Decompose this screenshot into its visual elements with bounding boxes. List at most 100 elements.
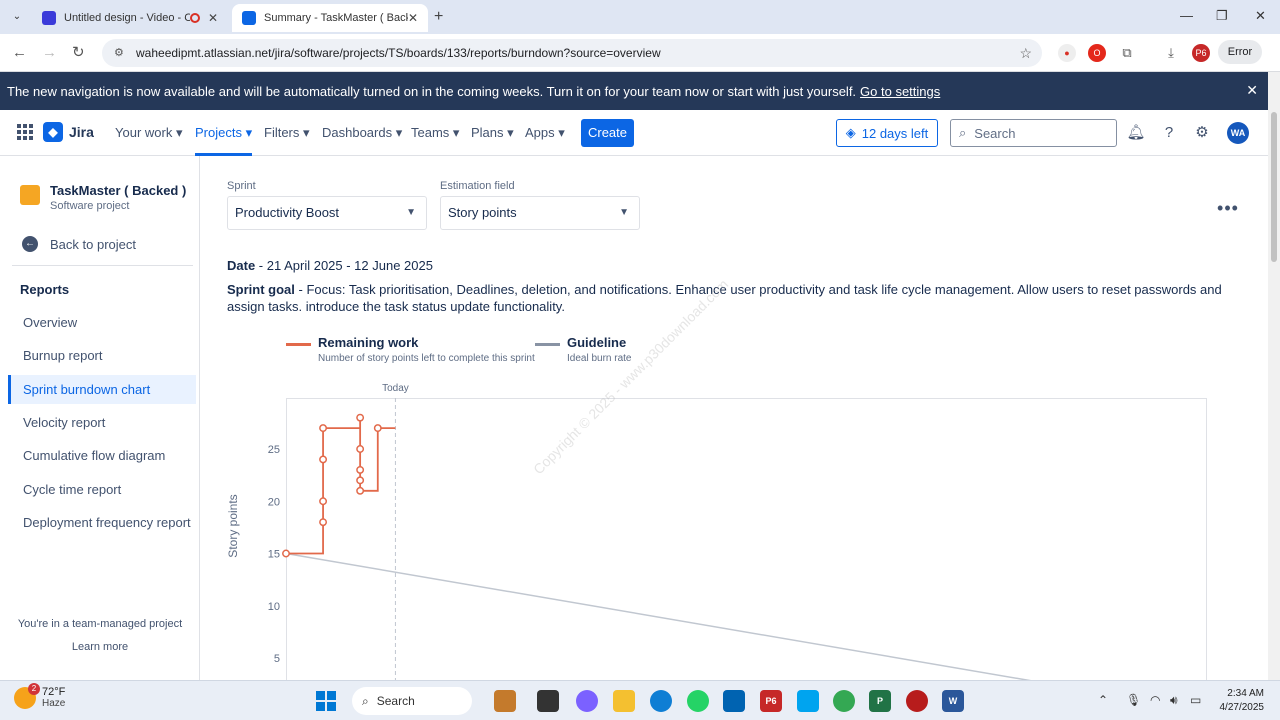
close-banner-icon[interactable]: ✕	[1246, 82, 1258, 99]
nav-apps[interactable]: Apps ▾	[525, 125, 565, 141]
guideline-swatch	[535, 343, 560, 346]
back-arrow-icon[interactable]: ←	[12, 44, 27, 62]
system-clock[interactable]: 2:34 AM 4/27/2025	[1206, 687, 1265, 715]
weather-badge: 2	[28, 682, 40, 695]
sidebar-item-deployment-frequency[interactable]: Deployment frequency report	[8, 508, 196, 537]
create-button[interactable]: Create	[581, 119, 634, 147]
nav-filters[interactable]: Filters ▾	[264, 125, 310, 141]
remaining-work-point	[356, 465, 365, 474]
plot-frame	[286, 398, 1207, 680]
clock-time: 2:34 AM	[1227, 688, 1264, 699]
sidebar-item-cycle-time[interactable]: Cycle time report	[8, 475, 196, 504]
taskbar-app-sketch-icon[interactable]	[494, 690, 516, 712]
taskbar-app-store-icon[interactable]	[723, 690, 745, 712]
remaining-work-point	[356, 486, 365, 495]
today-label: Today	[382, 383, 409, 394]
taskbar-app-snip-icon[interactable]	[797, 690, 819, 712]
sidebar-item-sprint-burndown[interactable]: Sprint burndown chart	[8, 375, 196, 404]
back-to-project-link[interactable]: ← Back to project	[22, 236, 136, 252]
site-info-icon[interactable]: ⚙	[114, 46, 128, 60]
settings-gear-icon[interactable]: ⚙	[1192, 123, 1212, 143]
project-sidebar: TaskMaster ( Backed ) Software project ←…	[0, 156, 200, 680]
weather-sun-icon: 2	[14, 682, 40, 709]
guideline-line	[285, 552, 1032, 680]
new-tab-icon[interactable]: +	[434, 8, 443, 26]
windows-start-icon[interactable]	[316, 691, 336, 711]
nav-your-work[interactable]: Your work ▾	[115, 125, 182, 141]
sidebar-item-cumulative-flow[interactable]: Cumulative flow diagram	[8, 441, 196, 470]
taskbar-app-word-icon[interactable]: W	[942, 690, 964, 712]
taskbar-app-copilot-icon[interactable]	[576, 690, 598, 712]
guideline-subtitle: Ideal burn rate	[567, 353, 632, 364]
page-scrollbar[interactable]	[1268, 72, 1280, 680]
weather-widget[interactable]: 2 72°F Haze	[14, 682, 65, 709]
user-avatar[interactable]: WA	[1227, 122, 1249, 144]
remaining-work-line	[286, 417, 396, 555]
help-icon[interactable]: ?	[1159, 123, 1179, 143]
taskbar-search[interactable]: ⌕ Search	[352, 687, 472, 715]
taskbar-app-whatsapp-icon[interactable]	[687, 690, 709, 712]
more-actions-icon[interactable]: •••	[1216, 199, 1240, 222]
project-header[interactable]: TaskMaster ( Backed ) Software project	[20, 183, 186, 212]
trial-days-button[interactable]: ◈ 12 days left	[836, 119, 938, 147]
chevron-down-icon: ▼	[619, 207, 629, 218]
close-tab-icon[interactable]: ✕	[208, 11, 218, 25]
taskbar-app-edge-icon[interactable]	[650, 690, 672, 712]
tab-canva[interactable]: Untitled design - Video - Ca ✕	[32, 4, 228, 32]
tab-search-icon[interactable]: ⌄	[8, 8, 26, 26]
close-tab-icon[interactable]: ✕	[408, 11, 418, 25]
bookmark-star-icon[interactable]: ☆	[1019, 45, 1032, 62]
banner-text: The new navigation is now available and …	[7, 83, 857, 99]
back-arrow-icon: ←	[22, 236, 38, 252]
jira-logo[interactable]: ◆ Jira	[43, 122, 94, 142]
date-label: Date	[227, 258, 256, 273]
tray-volume-icon[interactable]: 🔊︎	[1170, 693, 1178, 708]
estimation-select[interactable]: Story points ▼	[440, 196, 640, 230]
tray-wifi-icon[interactable]: ◠	[1150, 693, 1160, 707]
url-text: waheedipmt.atlassian.net/jira/software/p…	[136, 46, 661, 60]
minimize-icon[interactable]: —	[1180, 8, 1193, 23]
taskbar-app-terminal-icon[interactable]	[537, 690, 559, 712]
extension-record-icon[interactable]: ●	[1058, 44, 1076, 62]
downloads-icon[interactable]: ⤓	[1162, 44, 1180, 62]
sprint-select[interactable]: Productivity Boost ▼	[227, 196, 427, 230]
tray-battery-icon[interactable]: ▭	[1190, 693, 1201, 707]
learn-more-link[interactable]: Learn more	[0, 641, 200, 653]
close-window-icon[interactable]: ✕	[1255, 8, 1266, 24]
error-button[interactable]: Error	[1218, 40, 1262, 64]
taskbar-app-chrome-icon[interactable]	[833, 690, 855, 712]
profile-avatar-icon[interactable]: P6	[1192, 44, 1210, 62]
remaining-work-point	[356, 445, 365, 453]
forward-arrow-icon[interactable]: →	[42, 44, 57, 62]
extension-opera-icon[interactable]: O	[1088, 44, 1106, 62]
search-input[interactable]: ⌕ Search	[950, 119, 1117, 147]
notifications-bell-icon[interactable]: 🔔︎	[1126, 123, 1146, 143]
reload-icon[interactable]: ↻	[72, 44, 85, 62]
nav-teams[interactable]: Teams ▾	[411, 125, 459, 141]
report-main: Sprint Productivity Boost ▼ Estimation f…	[200, 156, 1268, 680]
sidebar-item-burnup-report[interactable]: Burnup report	[8, 341, 196, 370]
maximize-icon[interactable]: ❐	[1216, 8, 1228, 24]
go-to-settings-link[interactable]: Go to settings	[860, 84, 940, 99]
tray-microphone-icon[interactable]: 🎙︎	[1126, 693, 1141, 707]
taskbar-app-file-explorer-icon[interactable]	[613, 690, 635, 712]
goal-label: Sprint goal	[227, 282, 295, 297]
sidebar-item-overview[interactable]: Overview	[8, 308, 196, 337]
tray-chevron-up-icon[interactable]: ⌃	[1098, 693, 1108, 707]
nav-plans[interactable]: Plans ▾	[471, 125, 514, 141]
taskbar-app-p6-icon[interactable]: P6	[760, 690, 782, 712]
tab-jira-summary[interactable]: Summary - TaskMaster ( Backed ✕	[232, 4, 428, 32]
trial-days-label: 12 days left	[861, 125, 929, 141]
nav-projects[interactable]: Projects ▾	[195, 125, 253, 156]
search-icon: ⌕	[362, 693, 369, 708]
sidebar-item-velocity-report[interactable]: Velocity report	[8, 408, 196, 437]
taskbar-app-project-icon[interactable]: P	[869, 690, 891, 712]
extensions-puzzle-icon[interactable]: ⧉	[1118, 44, 1136, 62]
app-switcher-icon[interactable]	[17, 124, 33, 140]
nav-dashboards[interactable]: Dashboards ▾	[322, 125, 402, 141]
scrollbar-thumb[interactable]	[1271, 112, 1277, 262]
browser-toolbar: ← → ↻ ⚙ waheedipmt.atlassian.net/jira/so…	[0, 34, 1280, 72]
taskbar-app-recorder-icon[interactable]	[906, 690, 928, 712]
jira-favicon-icon	[242, 11, 256, 25]
address-bar[interactable]: ⚙ waheedipmt.atlassian.net/jira/software…	[102, 39, 1042, 67]
